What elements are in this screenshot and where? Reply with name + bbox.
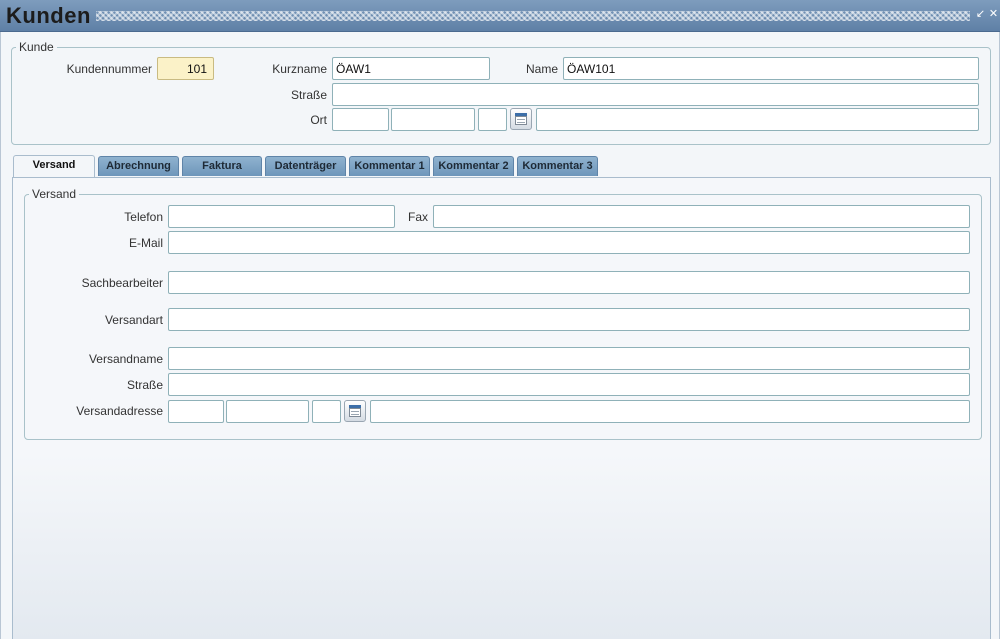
- tab-kommentar-3[interactable]: Kommentar 3: [517, 156, 598, 176]
- email-field[interactable]: [168, 231, 970, 254]
- versand-strasse-field[interactable]: [168, 373, 970, 396]
- versandname-field[interactable]: [168, 347, 970, 370]
- tab-kommentar-2[interactable]: Kommentar 2: [433, 156, 514, 176]
- versandadresse-zip-field[interactable]: [226, 400, 309, 423]
- tab-datentraeger[interactable]: Datenträger: [265, 156, 346, 176]
- ort-lookup-button[interactable]: [510, 108, 532, 130]
- versandname-label: Versandname: [88, 352, 163, 366]
- telefon-label: Telefon: [124, 210, 163, 224]
- kundennummer-field[interactable]: [157, 57, 214, 80]
- email-label: E-Mail: [128, 236, 163, 250]
- versandadresse-lookup-button[interactable]: [344, 400, 366, 422]
- ort-label: Ort: [310, 113, 327, 127]
- strasse-label: Straße: [290, 88, 327, 102]
- versandadresse-city-field[interactable]: [370, 400, 970, 423]
- versandadresse-extra-field[interactable]: [312, 400, 341, 423]
- title-bar-pattern: [96, 11, 970, 21]
- versand-strasse-label: Straße: [126, 378, 163, 392]
- versandart-label: Versandart: [104, 313, 163, 327]
- kundennummer-label: Kundennummer: [66, 62, 152, 76]
- sachbearbeiter-field[interactable]: [168, 271, 970, 294]
- main-frame: Kunde Kundennummer Kurzname Name Straße …: [0, 32, 1000, 639]
- name-field[interactable]: [563, 57, 979, 80]
- name-label: Name: [525, 62, 558, 76]
- versandadresse-label: Versandadresse: [76, 404, 163, 418]
- ort-extra-field[interactable]: [478, 108, 507, 131]
- ort-country-field[interactable]: [332, 108, 389, 131]
- fax-label: Fax: [407, 210, 428, 224]
- telefon-field[interactable]: [168, 205, 395, 228]
- window-title: Kunden: [6, 3, 91, 28]
- tab-kommentar-1[interactable]: Kommentar 1: [349, 156, 430, 176]
- kurzname-label: Kurzname: [272, 62, 327, 76]
- window-title-bar: Kunden ↙ ✕: [0, 0, 1000, 32]
- kurzname-field[interactable]: [332, 57, 490, 80]
- ort-city-field[interactable]: [536, 108, 979, 131]
- versandadresse-country-field[interactable]: [168, 400, 224, 423]
- minimize-icon[interactable]: ↙: [975, 9, 986, 20]
- kunde-legend: Kunde: [19, 40, 54, 54]
- tab-abrechnung[interactable]: Abrechnung: [98, 156, 179, 176]
- fax-field[interactable]: [433, 205, 970, 228]
- versandart-field[interactable]: [168, 308, 970, 331]
- close-icon[interactable]: ✕: [988, 9, 999, 20]
- tab-versand[interactable]: Versand: [13, 155, 95, 177]
- strasse-field[interactable]: [332, 83, 979, 106]
- ort-zip-field[interactable]: [391, 108, 475, 131]
- versand-legend: Versand: [32, 187, 77, 201]
- sachbearbeiter-label: Sachbearbeiter: [81, 276, 163, 290]
- tab-faktura[interactable]: Faktura: [182, 156, 262, 176]
